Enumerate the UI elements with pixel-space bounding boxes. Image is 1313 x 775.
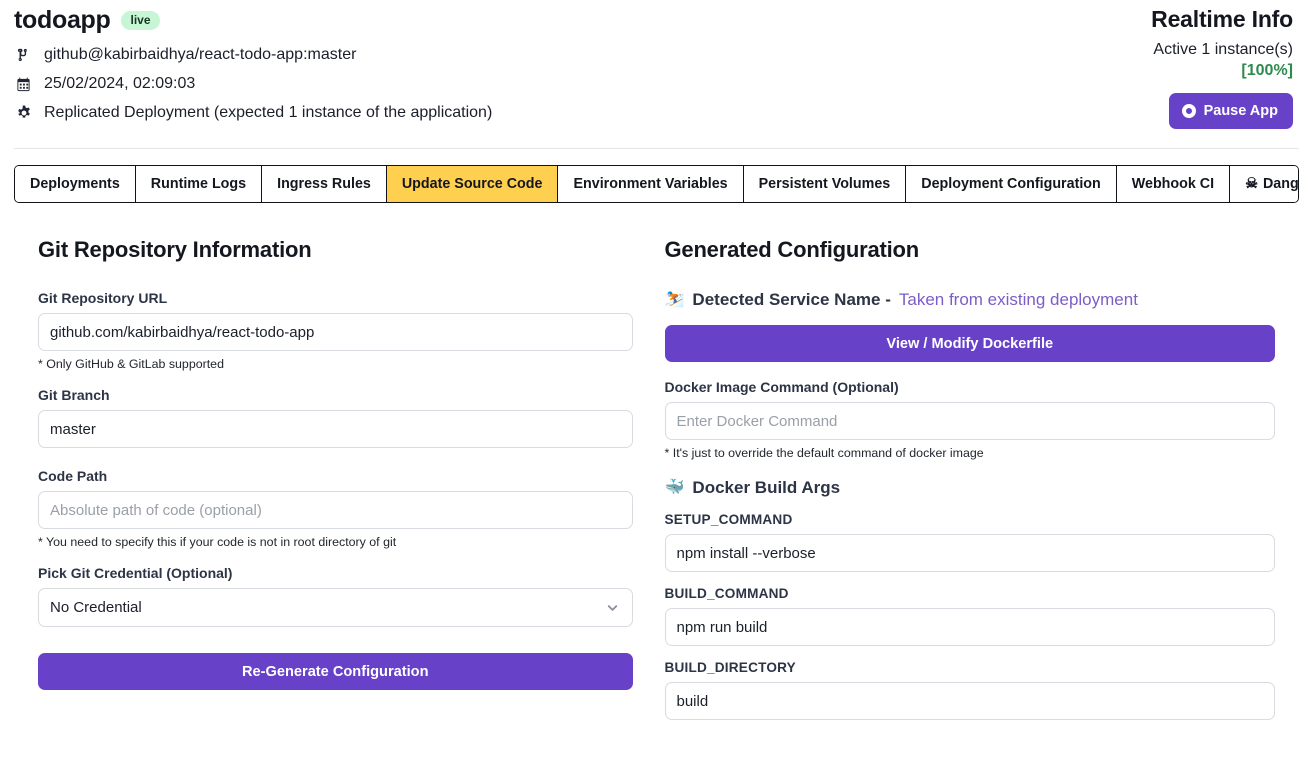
pause-record-icon <box>1181 104 1196 118</box>
docker-command-helper: * It's just to override the default comm… <box>664 446 984 461</box>
gear-icon <box>14 105 33 121</box>
deployment-type: Replicated Deployment (expected 1 instan… <box>44 104 493 121</box>
tab-label: Runtime Logs <box>150 176 247 192</box>
git-credential-select[interactable]: No Credential <box>38 588 633 628</box>
git-branch-input[interactable] <box>38 410 633 449</box>
tab-update-source-code[interactable]: Update Source Code <box>386 166 559 203</box>
git-branch-icon <box>14 47 33 63</box>
tab-bar: Deployments Runtime Logs Ingress Rules U… <box>14 165 1299 204</box>
generated-section-title: Generated Configuration <box>664 237 920 263</box>
tab-runtime-logs[interactable]: Runtime Logs <box>135 166 263 203</box>
skier-emoji-icon: ⛷️ <box>664 291 685 309</box>
realtime-title: Realtime Info <box>1151 6 1293 32</box>
calendar-icon <box>14 76 33 92</box>
tab-persistent-volumes[interactable]: Persistent Volumes <box>743 166 907 203</box>
git-url-label: Git Repository URL <box>38 290 168 307</box>
regenerate-configuration-button[interactable]: Re-Generate Configuration <box>38 653 633 691</box>
skull-crossbones-icon: ☠ <box>1245 176 1258 192</box>
active-percent: [100%] <box>1241 62 1293 79</box>
tab-label: Update Source Code <box>401 176 543 192</box>
code-path-label: Code Path <box>38 468 108 485</box>
git-repository-section: Git Repository Information Git Repositor… <box>14 237 657 720</box>
tab-label: Deployment Configuration <box>921 176 1101 192</box>
tab-ingress-rules[interactable]: Ingress Rules <box>262 166 387 203</box>
detected-service-name-row: ⛷️ Detected Service Name - Taken from ex… <box>665 290 1276 310</box>
code-path-helper: * You need to specify this if your code … <box>38 535 397 550</box>
build-directory-label: BUILD_DIRECTORY <box>664 660 796 676</box>
detected-service-name-note: Taken from existing deployment <box>898 290 1138 310</box>
view-modify-dockerfile-button[interactable]: View / Modify Dockerfile <box>664 325 1275 363</box>
header-divider <box>14 148 1299 149</box>
generated-configuration-section: Generated Configuration ⛷️ Detected Serv… <box>657 237 1300 721</box>
detected-service-name-label: Detected Service Name - <box>692 290 891 310</box>
docker-command-input[interactable] <box>664 402 1275 441</box>
docker-command-label: Docker Image Command (Optional) <box>664 379 899 396</box>
tab-danger-zone[interactable]: ☠ Danger Zone <box>1230 166 1299 203</box>
realtime-info-panel: Realtime Info Active 1 instance(s) [100%… <box>1033 6 1293 129</box>
tab-label: Persistent Volumes <box>758 176 891 192</box>
active-instances-text: Active 1 instance(s) <box>1153 41 1293 58</box>
git-credential-select-wrapper: No Credential <box>38 588 633 628</box>
build-command-input[interactable] <box>664 608 1275 647</box>
git-url-helper: * Only GitHub & GitLab supported <box>38 357 224 372</box>
pause-app-button[interactable]: Pause App <box>1168 93 1293 129</box>
setup-command-label: SETUP_COMMAND <box>664 512 793 528</box>
tab-label: Deployments <box>30 176 120 192</box>
tab-webhook-ci[interactable]: Webhook CI <box>1116 166 1231 203</box>
repo-path: github@kabirbaidhya/react-todo-app:maste… <box>44 46 357 63</box>
git-branch-label: Git Branch <box>38 387 110 404</box>
page-title: todoapp <box>14 6 111 34</box>
tab-deployment-configuration[interactable]: Deployment Configuration <box>906 166 1117 203</box>
setup-command-input[interactable] <box>664 534 1275 573</box>
deployment-timestamp: 25/02/2024, 02:09:03 <box>44 75 196 92</box>
app-header: todoapp live github@kabirbaidhya/react-t… <box>0 0 1313 148</box>
pause-app-label: Pause App <box>1203 103 1278 119</box>
code-path-input[interactable] <box>38 491 633 530</box>
main-content: Git Repository Information Git Repositor… <box>0 237 1313 721</box>
git-section-title: Git Repository Information <box>38 237 312 263</box>
build-command-label: BUILD_COMMAND <box>664 586 789 602</box>
docker-build-args-heading-row: 🐳 Docker Build Args <box>665 478 1276 498</box>
docker-build-args-heading: Docker Build Args <box>692 478 841 498</box>
tab-label: Webhook CI <box>1131 176 1215 192</box>
git-credential-label: Pick Git Credential (Optional) <box>38 565 233 582</box>
git-url-input[interactable] <box>38 313 633 352</box>
tab-deployments[interactable]: Deployments <box>15 166 136 203</box>
status-badge: live <box>121 11 160 30</box>
tab-label: Danger Zone <box>1262 176 1299 192</box>
tab-label: Ingress Rules <box>277 176 371 192</box>
build-directory-input[interactable] <box>664 682 1275 721</box>
tab-environment-variables[interactable]: Environment Variables <box>558 166 744 203</box>
tab-label: Environment Variables <box>573 176 728 192</box>
whale-emoji-icon: 🐳 <box>664 479 685 497</box>
